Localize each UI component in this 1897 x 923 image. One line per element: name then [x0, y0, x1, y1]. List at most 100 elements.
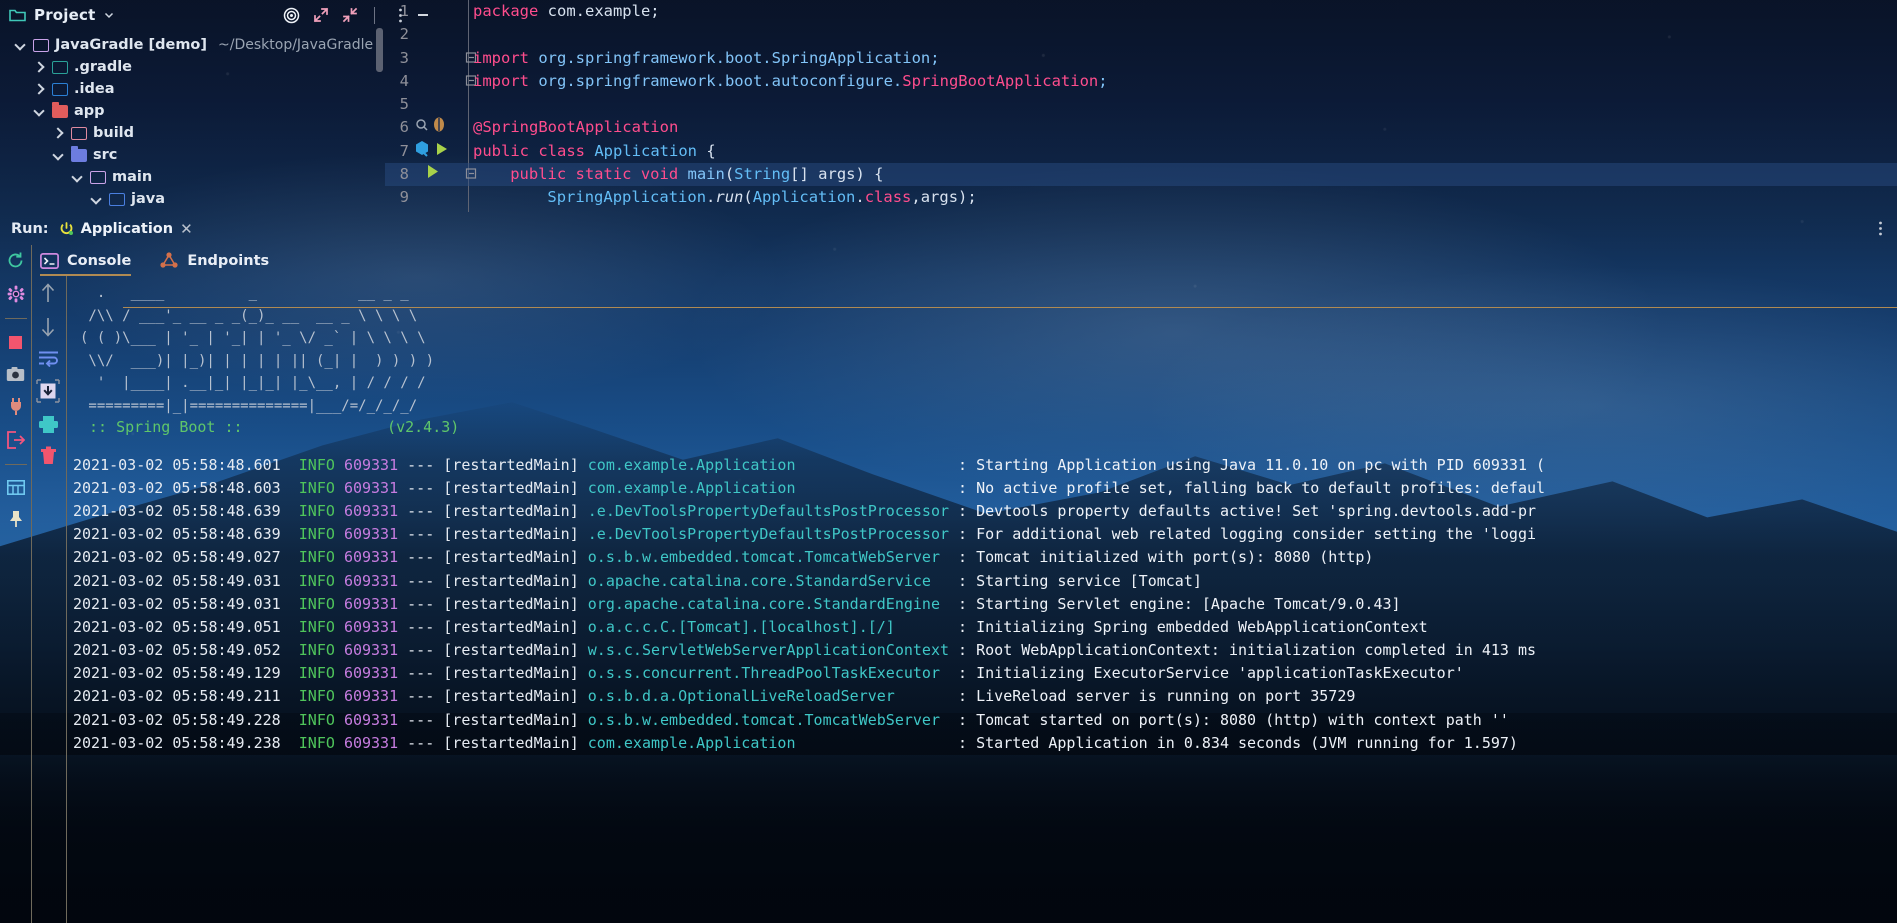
- chevron-right-icon[interactable]: [52, 127, 65, 140]
- chevron-down-icon[interactable]: [14, 39, 27, 52]
- project-tree: JavaGradle [demo] ~/Desktop/JavaGradle .gr…: [0, 30, 385, 210]
- chevron-down-icon[interactable]: [103, 9, 115, 21]
- tree-node-label: .gradle: [74, 59, 133, 75]
- tree-node-path: ~/Desktop/JavaGradle: [218, 37, 374, 53]
- chevron-right-icon[interactable]: [33, 83, 46, 96]
- log-line: 2021-03-02 05:58:49.031 INFO 609331 --- …: [73, 594, 1401, 613]
- exit-icon[interactable]: [6, 431, 25, 449]
- print-icon[interactable]: [38, 415, 59, 434]
- log-line: 2021-03-02 05:58:48.601 INFO 609331 --- …: [73, 455, 1546, 474]
- power-icon: [59, 221, 74, 236]
- line-number: 3: [399, 48, 409, 67]
- tree-node-label: JavaGradle [demo]: [55, 37, 208, 53]
- code-line[interactable]: 4 import org.springframework.boot.autocon…: [385, 70, 1897, 93]
- settings-icon[interactable]: [7, 285, 25, 303]
- tree-node-label: main: [112, 169, 153, 185]
- banner-line: /\\ / ___'_ __ _ _(_)_ __ __ _ \ \ \ \: [80, 307, 418, 324]
- chevron-down-icon[interactable]: [71, 171, 84, 184]
- stop-icon[interactable]: [7, 334, 24, 351]
- trash-icon[interactable]: [40, 446, 57, 465]
- collapse-icon[interactable]: [342, 7, 358, 23]
- scroll-up-icon[interactable]: [40, 282, 56, 304]
- code-text: package com.example;: [473, 2, 660, 20]
- code-line[interactable]: 8 public static void main(String[] args) …: [385, 163, 1897, 187]
- banner-line: =========|_|==============|___/=/_/_/_/: [80, 397, 418, 414]
- log-line: 2021-03-02 05:58:49.238 INFO 609331 --- …: [73, 733, 1518, 752]
- code-line[interactable]: 9 SpringApplication.run(Application.class…: [385, 186, 1897, 209]
- folder-icon: [90, 170, 106, 184]
- spring-bean-gutter-icon[interactable]: [415, 116, 444, 133]
- line-number: 1: [399, 2, 409, 20]
- close-icon[interactable]: ✕: [180, 220, 193, 238]
- tree-node-build[interactable]: build: [0, 122, 385, 144]
- plug-icon[interactable]: [8, 397, 24, 416]
- code-line[interactable]: 5: [385, 93, 1897, 116]
- log-line: 2021-03-02 05:58:49.051 INFO 609331 --- …: [73, 617, 1428, 636]
- code-text: public class Application {: [473, 141, 716, 160]
- project-scrollbar[interactable]: [376, 28, 383, 72]
- chevron-right-icon[interactable]: [33, 61, 46, 74]
- tree-node-java[interactable]: java: [0, 188, 385, 210]
- line-number: 5: [399, 95, 409, 114]
- tree-node-javagradle--demo-[interactable]: JavaGradle [demo] ~/Desktop/JavaGradle: [0, 34, 385, 56]
- tab-label: Console: [67, 252, 132, 269]
- more-vertical-icon[interactable]: [1878, 220, 1883, 237]
- code-line[interactable]: 6 @SpringBootApplication: [385, 116, 1897, 139]
- rail-divider: [4, 318, 27, 319]
- run-class-gutter-icon[interactable]: [415, 140, 447, 158]
- project-folder-icon: [9, 8, 26, 22]
- run-method-gutter-icon[interactable]: [425, 163, 443, 180]
- tree-node-label: java: [131, 191, 165, 207]
- tree-node--idea[interactable]: .idea: [0, 78, 385, 100]
- pin-icon[interactable]: [8, 510, 24, 528]
- expand-icon[interactable]: [313, 7, 329, 23]
- line-number: 2: [399, 25, 409, 44]
- code-text: import org.springframework.boot.SpringAp…: [473, 48, 940, 67]
- tab-console[interactable]: Console: [40, 245, 131, 276]
- code-text: @SpringBootApplication: [473, 118, 679, 137]
- spring-boot-ascii-banner: . ____ _ __ _ _ /\\ / ___'_ __ _ _(_)_ _…: [68, 276, 1897, 418]
- code-editor: 1 package com.example; 2 3 import org.spring…: [385, 0, 1897, 212]
- console-side-toolbar: [31, 276, 65, 923]
- run-side-toolbar: [0, 245, 31, 923]
- code-line[interactable]: 3 import org.springframework.boot.SpringA…: [385, 47, 1897, 70]
- chevron-down-icon[interactable]: [90, 193, 103, 206]
- code-line[interactable]: 7 public class Application {: [385, 140, 1897, 163]
- tree-node-src[interactable]: src: [0, 144, 385, 166]
- folder-icon: [71, 126, 87, 140]
- run-configuration-tab[interactable]: Application ✕: [59, 220, 193, 238]
- code-text: import org.springframework.boot.autoconf…: [473, 71, 1108, 90]
- console-output[interactable]: . ____ _ __ _ _ /\\ / ___'_ __ _ _(_)_ _…: [68, 276, 1897, 923]
- soft-wrap-icon[interactable]: [38, 350, 59, 367]
- chevron-down-icon[interactable]: [33, 105, 46, 118]
- log-line: 2021-03-02 05:58:49.052 INFO 609331 --- …: [73, 641, 1537, 660]
- log-lines: 2021-03-02 05:58:48.601 INFO 609331 --- …: [68, 436, 1897, 755]
- scroll-to-end-icon[interactable]: [36, 379, 60, 403]
- banner-line: ( ( )\___ | '_ | '_| | '_ \/ _` | \ \ \ …: [80, 330, 426, 347]
- code-line[interactable]: 1 package com.example;: [385, 0, 1897, 23]
- endpoints-icon: [159, 252, 179, 269]
- tree-node--gradle[interactable]: .gradle: [0, 56, 385, 78]
- log-line: 2021-03-02 05:58:48.639 INFO 609331 --- …: [73, 525, 1537, 544]
- scroll-down-icon[interactable]: [40, 316, 56, 338]
- code-line[interactable]: 2: [385, 23, 1897, 46]
- camera-icon[interactable]: [6, 366, 25, 382]
- run-label: Run:: [11, 220, 49, 237]
- code-lines[interactable]: 1 package com.example; 2 3 import org.spring…: [385, 0, 1897, 212]
- line-number: 8: [399, 165, 409, 184]
- log-line: 2021-03-02 05:58:48.603 INFO 609331 --- …: [73, 478, 1546, 497]
- run-configuration-name: Application: [80, 220, 174, 237]
- chevron-down-icon[interactable]: [52, 149, 65, 162]
- layout-icon[interactable]: [6, 480, 25, 495]
- log-line: 2021-03-02 05:58:49.228 INFO 609331 --- …: [73, 710, 1509, 729]
- tab-label: Endpoints: [187, 252, 270, 269]
- tree-node-label: app: [74, 103, 105, 119]
- run-tool-window: Run: Application ✕ Console Endpoints . _…: [0, 212, 1897, 923]
- tab-endpoints[interactable]: Endpoints: [159, 245, 269, 276]
- target-icon[interactable]: [283, 7, 300, 24]
- tree-node-app[interactable]: app: [0, 100, 385, 122]
- code-text: public static void main(String[] args) {: [510, 165, 884, 184]
- tree-node-main[interactable]: main: [0, 166, 385, 188]
- terminal-icon: [40, 252, 59, 269]
- run-header: Run: Application ✕: [0, 212, 1897, 245]
